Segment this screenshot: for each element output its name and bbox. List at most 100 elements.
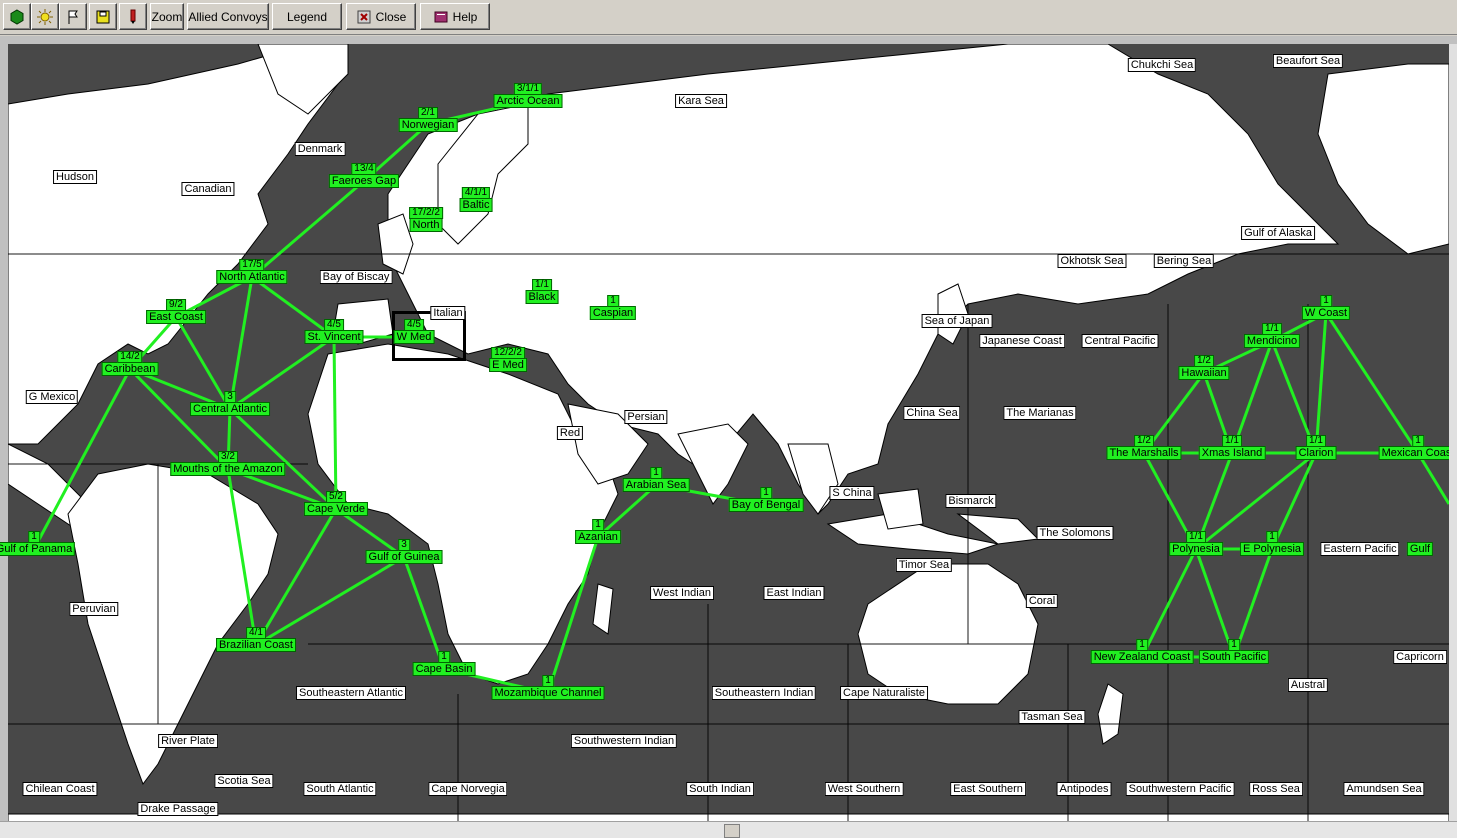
sea-zone-label[interactable]: Italian [430, 306, 466, 320]
convoy-count-badge: 13/4 [351, 163, 377, 175]
convoy-zone-label[interactable]: Baltic [459, 198, 493, 212]
convoy-zone-label[interactable]: Xmas Island [1198, 446, 1266, 460]
sea-zone-label[interactable]: Beaufort Sea [1272, 54, 1344, 68]
save-button[interactable] [89, 3, 117, 30]
sea-zone-label[interactable]: Bismarck [945, 494, 997, 508]
sea-zone-label[interactable]: Coral [1025, 594, 1059, 608]
horizontal-scrollbar[interactable] [0, 821, 1457, 838]
convoy-zone-label[interactable]: Polynesia [1169, 542, 1223, 556]
convoy-zone-label[interactable]: North [409, 218, 443, 232]
convoy-zone-label[interactable]: St. Vincent [304, 330, 364, 344]
sea-zone-label[interactable]: Peruvian [69, 602, 119, 616]
sea-zone-label[interactable]: Amundsen Sea [1343, 782, 1425, 796]
convoy-zone-label[interactable]: Hawaiian [1178, 366, 1230, 380]
convoy-zone-label[interactable]: W Med [393, 330, 435, 344]
sea-zone-label[interactable]: Eastern Pacific [1320, 542, 1400, 556]
sea-zone-label[interactable]: Japanese Coast [979, 334, 1065, 348]
sea-zone-label[interactable]: Scotia Sea [214, 774, 274, 788]
convoy-zone-label[interactable]: Faeroes Gap [328, 174, 400, 188]
sea-zone-label[interactable]: G Mexico [25, 390, 79, 404]
convoy-zone-label[interactable]: Arctic Ocean [493, 94, 563, 108]
vertical-scrollbar[interactable] [1449, 44, 1457, 822]
convoy-zone-label[interactable]: South Pacific [1198, 650, 1270, 664]
sea-zone-label[interactable]: The Marianas [1003, 406, 1077, 420]
allied-convoys-button[interactable]: Allied Convoys [187, 3, 269, 30]
sea-zone-label[interactable]: East Indian [763, 586, 825, 600]
sea-zone-label[interactable]: Chukchi Sea [1127, 58, 1197, 72]
sea-zone-label[interactable]: Antipodes [1056, 782, 1112, 796]
convoy-zone-label[interactable]: Mouths of the Amazon [170, 462, 286, 476]
sea-zone-label[interactable]: West Indian [650, 586, 714, 600]
sea-zone-label[interactable]: The Solomons [1036, 526, 1114, 540]
convoy-zone-label[interactable]: Mendicino [1243, 334, 1301, 348]
sea-zone-label[interactable]: Red [556, 426, 584, 440]
convoy-zone-label[interactable]: Gulf [1406, 542, 1434, 556]
sea-zone-label[interactable]: Cape Naturaliste [840, 686, 928, 700]
convoy-zone-label[interactable]: East Coast [146, 310, 206, 324]
sea-zone-label[interactable]: Okhotsk Sea [1057, 254, 1127, 268]
sea-zone-label[interactable]: Denmark [294, 142, 346, 156]
sea-zone-label[interactable]: Hudson [53, 170, 97, 184]
sea-zone-label[interactable]: Persian [624, 410, 668, 424]
sea-zone-label[interactable]: Central Pacific [1081, 334, 1159, 348]
sea-zone-label[interactable]: Cape Norvegia [428, 782, 508, 796]
sea-zone-label[interactable]: Kara Sea [675, 94, 727, 108]
convoy-zone-label[interactable]: Bay of Bengal [728, 498, 804, 512]
convoy-zone-label[interactable]: W Coast [1301, 306, 1351, 320]
convoy-zone-label[interactable]: Gulf of Panama [0, 542, 76, 556]
convoy-zone-label[interactable]: Clarion [1295, 446, 1337, 460]
sea-zone-label[interactable]: West Southern [824, 782, 904, 796]
sea-zone-label[interactable]: Southwestern Pacific [1125, 782, 1235, 796]
convoy-zone-label[interactable]: Brazilian Coast [216, 638, 296, 652]
world-map[interactable] [8, 44, 1449, 822]
convoy-zone-label[interactable]: New Zealand Coast [1090, 650, 1194, 664]
weather-button[interactable] [31, 3, 59, 30]
convoy-count-badge: 3 [398, 539, 410, 551]
sea-zone-label[interactable]: China Sea [903, 406, 961, 420]
sea-zone-label[interactable]: Ross Sea [1249, 782, 1303, 796]
convoy-zone-label[interactable]: Azanian [575, 530, 621, 544]
sea-zone-label[interactable]: Southeastern Atlantic [296, 686, 406, 700]
convoy-zone-label[interactable]: E Med [489, 358, 527, 372]
sea-zone-label[interactable]: Drake Passage [137, 802, 219, 816]
legend-button[interactable]: Legend [272, 3, 342, 30]
sea-zone-label[interactable]: S China [829, 486, 875, 500]
sea-zone-label[interactable]: Southeastern Indian [711, 686, 817, 700]
convoy-zone-label[interactable]: Gulf of Guinea [365, 550, 443, 564]
zoom-button[interactable]: Zoom [150, 3, 184, 30]
convoy-zone-label[interactable]: Cape Basin [412, 662, 476, 676]
convoy-zone-label[interactable]: E Polynesia [1239, 542, 1305, 556]
sea-zone-label[interactable]: River Plate [158, 734, 218, 748]
sea-zone-label[interactable]: Sea of Japan [921, 314, 993, 328]
sea-zone-label[interactable]: Canadian [181, 182, 235, 196]
flag-button[interactable] [59, 3, 87, 30]
sea-zone-label[interactable]: Austral [1287, 678, 1329, 692]
close-button[interactable]: Close [346, 3, 416, 30]
sea-zone-label[interactable]: Bay of Biscay [319, 270, 393, 284]
convoy-zone-label[interactable]: North Atlantic [216, 270, 288, 284]
green-hexagon-button[interactable] [3, 3, 31, 30]
sea-zone-label[interactable]: Tasman Sea [1018, 710, 1086, 724]
sea-zone-label[interactable]: Capricorn [1393, 650, 1447, 664]
convoy-zone-label[interactable]: The Marshalls [1106, 446, 1182, 460]
sea-zone-label[interactable]: Gulf of Alaska [1241, 226, 1315, 240]
convoy-zone-label[interactable]: Caribbean [101, 362, 159, 376]
sea-zone-label[interactable]: Bering Sea [1153, 254, 1215, 268]
sea-zone-label[interactable]: East Southern [950, 782, 1026, 796]
help-button[interactable]: Help [420, 3, 490, 30]
sea-zone-label[interactable]: Chilean Coast [22, 782, 98, 796]
convoy-zone-label[interactable]: Black [525, 290, 559, 304]
sea-zone-label[interactable]: Southwestern Indian [570, 734, 678, 748]
sea-zone-label[interactable]: South Atlantic [303, 782, 377, 796]
sea-zone-label[interactable]: South Indian [686, 782, 754, 796]
convoy-zone-label[interactable]: Mozambique Channel [491, 686, 605, 700]
convoy-zone-label[interactable]: Mexican Coast [1378, 446, 1457, 460]
sea-zone-label[interactable]: Timor Sea [895, 558, 953, 572]
convoy-zone-label[interactable]: Central Atlantic [190, 402, 270, 416]
scrollbar-thumb[interactable] [724, 824, 740, 838]
convoy-zone-label[interactable]: Norwegian [398, 118, 458, 132]
convoy-zone-label[interactable]: Caspian [589, 306, 637, 320]
convoy-zone-label[interactable]: Cape Verde [303, 502, 369, 516]
convoy-zone-label[interactable]: Arabian Sea [622, 478, 690, 492]
edit-button[interactable] [119, 3, 147, 30]
